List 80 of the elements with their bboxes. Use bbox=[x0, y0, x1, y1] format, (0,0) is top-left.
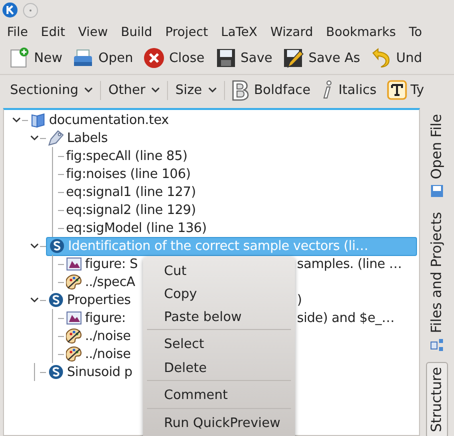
project-tree-icon bbox=[430, 338, 444, 352]
palette-icon bbox=[66, 328, 82, 344]
close-icon bbox=[143, 47, 166, 69]
floppy-pencil-icon bbox=[282, 47, 304, 69]
tree-item-label: samples. (line … bbox=[297, 256, 402, 272]
side-tab[interactable]: Files and Projects bbox=[427, 208, 447, 356]
expand-chevron-icon[interactable] bbox=[30, 297, 38, 303]
chevron-down-icon bbox=[151, 87, 160, 93]
dropdown-button[interactable]: Other bbox=[101, 80, 168, 100]
tree-item[interactable]: Sinusoid p bbox=[46, 364, 134, 380]
tree-item-label: ../specA bbox=[85, 274, 136, 290]
chevron-down-icon bbox=[208, 87, 218, 93]
menu-item[interactable]: View bbox=[72, 24, 114, 38]
palette-icon bbox=[66, 346, 82, 362]
picture-frame-icon bbox=[66, 310, 82, 326]
tree-item[interactable]: ../specA bbox=[64, 274, 138, 290]
typewriter-t-icon bbox=[386, 80, 406, 100]
expand-chevron-icon[interactable] bbox=[30, 135, 38, 141]
context-menu-item[interactable]: Cut bbox=[143, 260, 295, 283]
tree-item-label: Sinusoid p bbox=[67, 364, 132, 380]
tree-item[interactable]: figure: S bbox=[64, 256, 140, 272]
menu-item[interactable]: Edit bbox=[34, 24, 72, 38]
toolbar-button[interactable]: Boldface bbox=[225, 77, 316, 103]
chevron-down-icon bbox=[84, 87, 94, 93]
section-icon bbox=[48, 364, 64, 380]
tree-item-label: ../noise bbox=[85, 328, 131, 344]
side-tab[interactable]: Open File bbox=[427, 110, 447, 202]
undo-arrow-icon bbox=[370, 47, 392, 69]
toolbar-button[interactable]: Und bbox=[365, 45, 428, 71]
printer-icon bbox=[72, 47, 94, 69]
tree-item[interactable]: ../noise bbox=[64, 346, 133, 362]
menu-item[interactable]: Bookmarks bbox=[320, 24, 402, 38]
tree-item[interactable]: ../noise bbox=[64, 328, 133, 344]
tree-item-label: figure: S bbox=[85, 256, 138, 272]
context-menu-item[interactable]: Delete bbox=[143, 357, 295, 380]
toolbar-button[interactable]: Save bbox=[210, 45, 278, 71]
tree-item-label: documentation.tex bbox=[49, 112, 169, 128]
tree-item[interactable]: documentation.tex bbox=[28, 112, 171, 128]
menu-item[interactable]: Build bbox=[114, 24, 159, 38]
tree-item[interactable]: figure: bbox=[64, 310, 128, 326]
picture-frame-icon bbox=[66, 256, 82, 272]
dropdown-button[interactable]: Size bbox=[168, 80, 226, 100]
context-menu-item[interactable]: Paste below bbox=[143, 306, 295, 329]
serif-b-icon bbox=[230, 79, 250, 101]
dropdown-button[interactable]: Sectioning bbox=[3, 80, 102, 100]
tree-item-label: ) bbox=[297, 292, 302, 308]
toolbar-button[interactable]: New bbox=[3, 45, 68, 71]
context-menu-item[interactable]: Comment bbox=[147, 380, 291, 408]
toolbar-button[interactable]: Ty bbox=[382, 78, 430, 102]
tree-item-label: Identification of the correct sample vectors (li… bbox=[68, 238, 368, 254]
menu-item[interactable]: To bbox=[402, 24, 429, 38]
section-icon bbox=[48, 292, 64, 308]
toolbar-button[interactable]: Save As bbox=[277, 45, 366, 71]
tree-item-label: ../noise bbox=[85, 346, 131, 362]
new-document-icon bbox=[8, 47, 30, 69]
tag-icon bbox=[48, 130, 64, 146]
tree-item-label: figure: bbox=[85, 310, 126, 326]
tree-item-label: Properties bbox=[67, 292, 131, 308]
tree-item-label: Labels bbox=[67, 130, 108, 146]
menu-item[interactable]: Wizard bbox=[264, 24, 320, 38]
palette-icon bbox=[66, 274, 82, 290]
tree-item-label: side) and $e_… bbox=[297, 310, 394, 326]
context-menu-item[interactable]: Copy bbox=[143, 283, 295, 306]
printer-icon bbox=[430, 184, 444, 198]
expand-chevron-icon[interactable] bbox=[12, 117, 20, 123]
menu-item[interactable]: LaTeX bbox=[214, 24, 264, 38]
toolbar-button[interactable]: Close bbox=[138, 45, 210, 71]
context-menu-item[interactable]: Select bbox=[147, 329, 291, 357]
tree-item[interactable]: Labels bbox=[46, 130, 110, 146]
section-icon bbox=[49, 238, 65, 254]
menu-item[interactable]: Project bbox=[158, 24, 214, 38]
context-menu-item[interactable]: Run QuickPreview bbox=[147, 408, 291, 436]
tree-item[interactable]: Properties bbox=[46, 292, 133, 308]
toolbar-button[interactable]: Italics bbox=[315, 77, 382, 103]
app-logo-icon[interactable] bbox=[2, 2, 18, 18]
expand-chevron-icon[interactable] bbox=[30, 243, 38, 249]
book-icon bbox=[30, 112, 46, 128]
menu-item[interactable]: File bbox=[0, 24, 34, 38]
toolbar-button[interactable]: Open bbox=[67, 45, 138, 71]
side-tab[interactable]: Structure bbox=[426, 362, 448, 436]
